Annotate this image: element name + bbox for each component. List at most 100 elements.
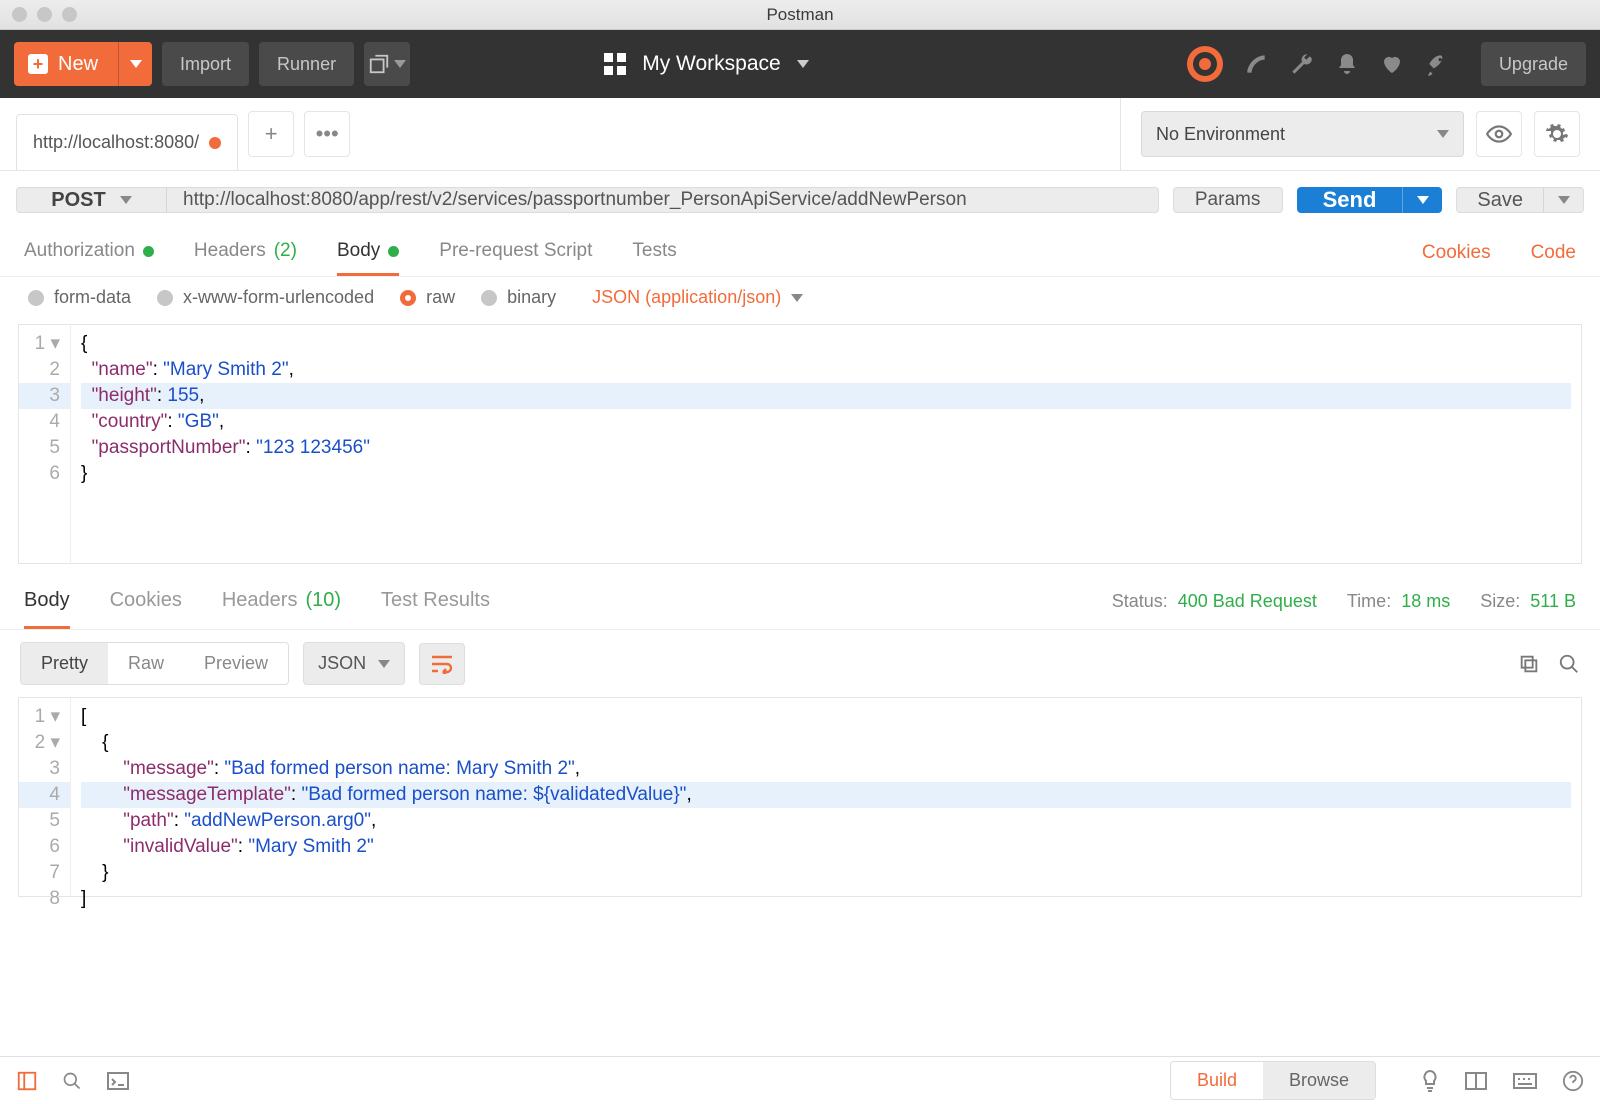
find-icon[interactable] <box>62 1071 82 1091</box>
new-tab-button[interactable]: + <box>248 111 294 157</box>
body-type-row: form-data x-www-form-urlencoded raw bina… <box>0 277 1600 318</box>
workspace-switcher[interactable]: My Workspace <box>604 52 808 76</box>
build-browse-switch: Build Browse <box>1170 1061 1376 1100</box>
radio-raw[interactable]: raw <box>400 287 455 308</box>
wrench-icon[interactable] <box>1289 51 1315 77</box>
maximize-dot[interactable] <box>62 7 77 22</box>
open-new-icon[interactable] <box>364 42 410 86</box>
search-icon[interactable] <box>1558 653 1580 675</box>
tab-tests[interactable]: Tests <box>632 229 676 276</box>
save-button[interactable]: Save <box>1457 188 1543 212</box>
send-button[interactable]: Send <box>1297 187 1403 213</box>
minimize-dot[interactable] <box>37 7 52 22</box>
code-area: [ { "message": "Bad formed person name: … <box>71 698 1581 896</box>
radio-formdata[interactable]: form-data <box>28 287 131 308</box>
method-label: POST <box>51 189 105 212</box>
environment-selector[interactable]: No Environment <box>1141 111 1464 157</box>
chevron-down-icon <box>791 294 803 302</box>
resp-tab-cookies[interactable]: Cookies <box>110 574 182 629</box>
env-quicklook-button[interactable] <box>1476 111 1522 157</box>
send-dropdown[interactable] <box>1402 187 1442 213</box>
request-tab[interactable]: http://localhost:8080/ <box>16 114 238 170</box>
help-icon[interactable] <box>1562 1070 1584 1092</box>
save-button-group: Save <box>1456 187 1584 213</box>
tab-options-button[interactable]: ••• <box>304 111 350 157</box>
response-tabs: Body Cookies Headers (10) Test Results S… <box>0 574 1600 630</box>
upgrade-button[interactable]: Upgrade <box>1481 42 1586 86</box>
browse-tab[interactable]: Browse <box>1263 1062 1375 1099</box>
view-preview[interactable]: Preview <box>184 643 288 684</box>
size-value: 511 B <box>1530 591 1576 611</box>
code-link[interactable]: Code <box>1531 242 1576 264</box>
tab-prerequest[interactable]: Pre-request Script <box>439 229 592 276</box>
resp-tab-tests[interactable]: Test Results <box>381 574 490 629</box>
new-dropdown-caret[interactable] <box>118 42 152 86</box>
request-row: POST http://localhost:8080/app/rest/v2/s… <box>0 171 1600 229</box>
radio-urlencoded[interactable]: x-www-form-urlencoded <box>157 287 374 308</box>
url-input[interactable]: http://localhost:8080/app/rest/v2/servic… <box>167 188 1158 212</box>
keyboard-icon[interactable] <box>1512 1072 1538 1090</box>
view-raw[interactable]: Raw <box>108 643 184 684</box>
response-body-editor[interactable]: 1 ▾2 ▾345678 [ { "message": "Bad formed … <box>18 697 1582 897</box>
unsaved-dot-icon <box>209 137 221 149</box>
copy-icon[interactable] <box>1518 653 1540 675</box>
response-meta: Status: 400 Bad Request Time: 18 ms Size… <box>1112 591 1576 612</box>
request-tabs: Authorization Headers (2) Body Pre-reque… <box>0 229 1600 277</box>
tab-headers[interactable]: Headers (2) <box>194 229 297 276</box>
wrap-lines-button[interactable] <box>419 643 465 685</box>
dot-icon <box>143 246 154 257</box>
mac-traffic-lights <box>12 7 77 22</box>
sidebar-toggle-icon[interactable] <box>16 1070 38 1092</box>
heart-icon[interactable] <box>1379 52 1405 76</box>
radio-binary[interactable]: binary <box>481 287 556 308</box>
chevron-down-icon <box>378 660 390 668</box>
params-button[interactable]: Params <box>1173 187 1283 213</box>
code-area[interactable]: { "name": "Mary Smith 2", "height": 155,… <box>71 325 1581 563</box>
response-toolbar: Pretty Raw Preview JSON <box>0 630 1600 697</box>
environment-label: No Environment <box>1156 124 1285 145</box>
bulb-icon[interactable] <box>1420 1069 1440 1093</box>
status-value: 400 Bad Request <box>1178 591 1317 611</box>
save-dropdown[interactable] <box>1543 188 1583 212</box>
bottom-bar: Build Browse <box>0 1056 1600 1104</box>
send-button-group: Send <box>1297 187 1443 213</box>
chevron-down-icon <box>797 60 809 68</box>
tab-body[interactable]: Body <box>337 229 399 276</box>
new-button-label: New <box>58 53 98 76</box>
content-type-selector[interactable]: JSON (application/json) <box>592 287 803 308</box>
view-mode-segment: Pretty Raw Preview <box>20 642 289 685</box>
console-icon[interactable] <box>106 1071 130 1091</box>
method-selector[interactable]: POST <box>17 188 167 212</box>
gutter: 1 ▾23456 <box>19 325 71 563</box>
tab-authorization[interactable]: Authorization <box>24 229 154 276</box>
gutter: 1 ▾2 ▾345678 <box>19 698 71 896</box>
chevron-down-icon <box>1437 130 1449 138</box>
workspace-label: My Workspace <box>642 52 780 76</box>
new-button[interactable]: + New <box>14 42 152 86</box>
chevron-down-icon <box>120 196 132 204</box>
two-pane-icon[interactable] <box>1464 1071 1488 1091</box>
window-titlebar: Postman <box>0 0 1600 30</box>
sync-icon[interactable] <box>1187 46 1223 82</box>
tab-title: http://localhost:8080/ <box>33 132 199 153</box>
import-button[interactable]: Import <box>162 42 249 86</box>
settings-gear-icon[interactable] <box>1534 111 1580 157</box>
dot-icon <box>388 246 399 257</box>
bell-icon[interactable] <box>1335 51 1359 77</box>
workspace-grid-icon <box>604 53 626 75</box>
plus-icon: + <box>28 54 48 74</box>
response-format-selector[interactable]: JSON <box>303 642 405 685</box>
resp-tab-body[interactable]: Body <box>24 574 70 629</box>
window-title: Postman <box>766 5 833 25</box>
build-tab[interactable]: Build <box>1171 1062 1263 1099</box>
main-toolbar: + New Import Runner My Workspace Upgrade <box>0 30 1600 98</box>
view-pretty[interactable]: Pretty <box>21 643 108 684</box>
request-body-editor[interactable]: 1 ▾23456 { "name": "Mary Smith 2", "heig… <box>18 324 1582 564</box>
close-dot[interactable] <box>12 7 27 22</box>
runner-button[interactable]: Runner <box>259 42 354 86</box>
cookies-link[interactable]: Cookies <box>1422 242 1491 264</box>
time-value: 18 ms <box>1401 591 1450 611</box>
satellite-icon[interactable] <box>1243 51 1269 77</box>
resp-tab-headers[interactable]: Headers (10) <box>222 574 341 629</box>
rocket-icon[interactable] <box>1425 51 1451 77</box>
